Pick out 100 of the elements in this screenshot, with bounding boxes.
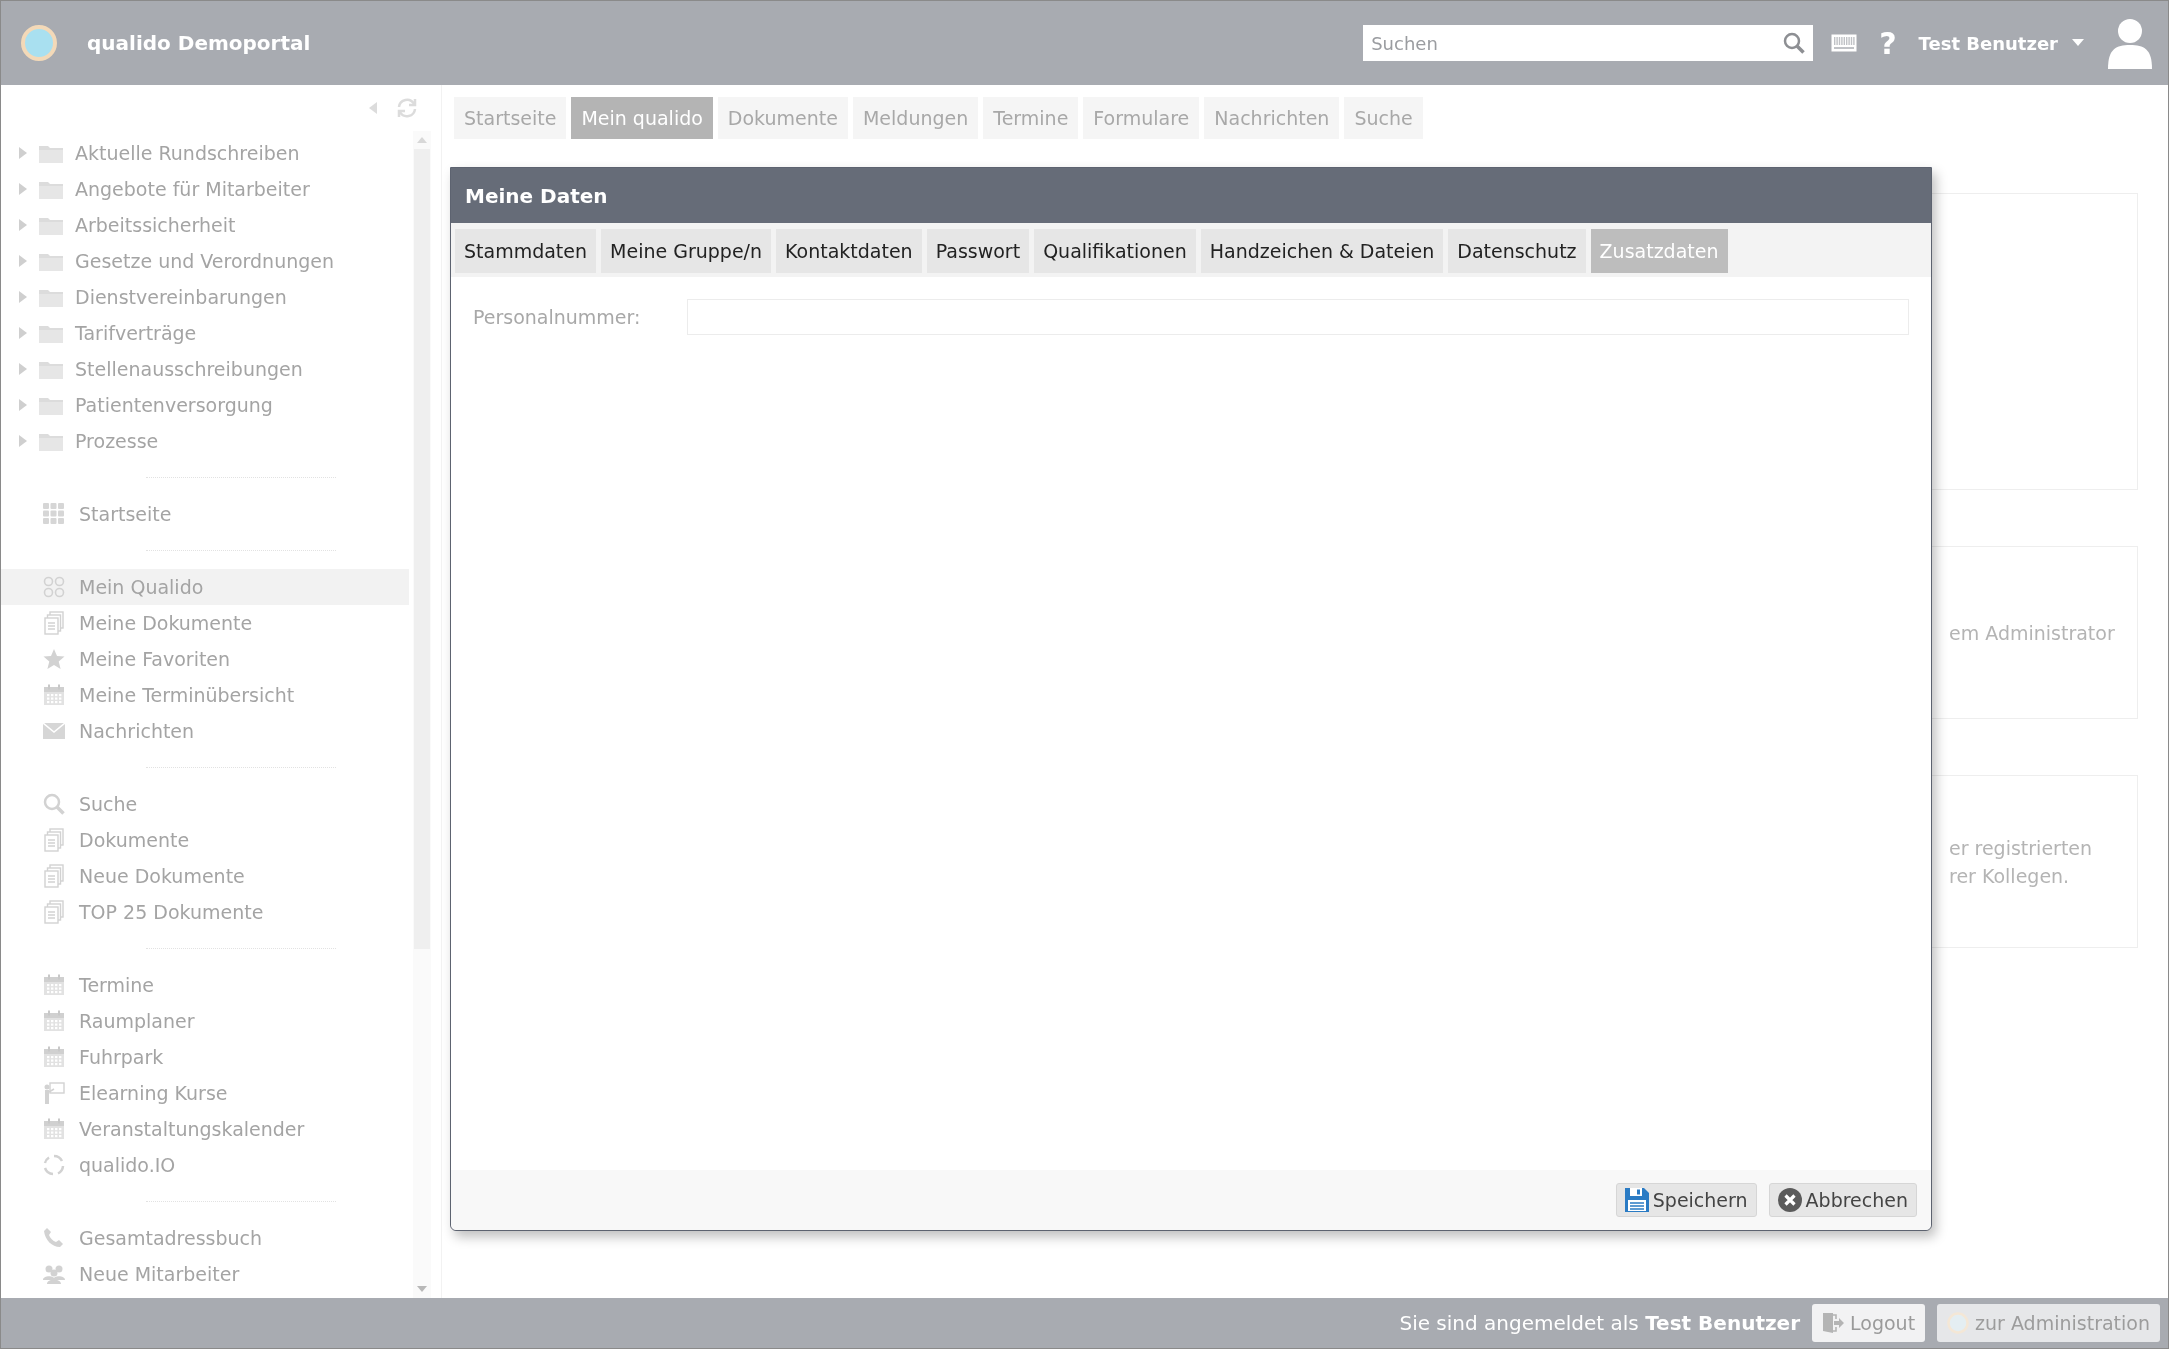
dialog-tab[interactable]: Kontaktdaten xyxy=(776,229,922,273)
item-label: Fuhrpark xyxy=(79,1046,164,1068)
folder-label: Dienstvereinbarungen xyxy=(75,286,287,308)
folder-icon xyxy=(39,431,63,451)
item-label: qualido.IO xyxy=(79,1154,176,1176)
star-icon xyxy=(43,648,65,670)
item-label: Elearning Kurse xyxy=(79,1082,228,1104)
administration-button[interactable]: zur Administration xyxy=(1937,1304,2160,1342)
item-label: Startseite xyxy=(79,503,172,525)
scroll-down-icon[interactable] xyxy=(417,1286,427,1292)
folder-icon xyxy=(39,215,63,235)
sidebar-item[interactable]: Neue Dokumente xyxy=(1,858,409,894)
nav-tab[interactable]: Mein qualido xyxy=(571,97,713,139)
nav-tab[interactable]: Formulare xyxy=(1083,97,1200,139)
nav-tab[interactable]: Termine xyxy=(983,97,1079,139)
nav-tab[interactable]: Startseite xyxy=(454,97,567,139)
dialog-title: Meine Daten xyxy=(465,183,608,208)
teacher-icon xyxy=(43,1082,65,1104)
folder-icon xyxy=(39,251,63,271)
expand-icon[interactable] xyxy=(19,435,27,447)
search-icon xyxy=(43,793,65,815)
folder-label: Stellenausschreibungen xyxy=(75,358,303,380)
caret-icon xyxy=(2072,39,2084,47)
folder-item[interactable]: Arbeitssicherheit xyxy=(1,207,413,243)
folder-item[interactable]: Angebote für Mitarbeiter xyxy=(1,171,413,207)
avatar-icon[interactable] xyxy=(2108,17,2152,69)
sidebar-item[interactable]: Neue Mitarbeiter xyxy=(1,1256,409,1292)
nav-tab[interactable]: Meldungen xyxy=(852,97,979,139)
expand-icon[interactable] xyxy=(19,399,27,411)
folder-item[interactable]: Dienstvereinbarungen xyxy=(1,279,413,315)
sidebar-item[interactable]: Gesamtadressbuch xyxy=(1,1220,409,1256)
user-menu[interactable]: Test Benutzer xyxy=(1918,32,2094,54)
search-icon[interactable] xyxy=(1783,32,1806,54)
folder-item[interactable]: Tarifverträge xyxy=(1,315,413,351)
dialog-tab[interactable]: Meine Gruppe/n xyxy=(601,229,772,273)
dialog-tab[interactable]: Passwort xyxy=(926,229,1030,273)
keyboard-icon[interactable] xyxy=(1831,34,1858,52)
dialog-tab[interactable]: Handzeichen & Dateien xyxy=(1200,229,1444,273)
nav-tab[interactable]: Suche xyxy=(1344,97,1423,139)
expand-icon[interactable] xyxy=(19,183,27,195)
sidebar-item[interactable]: Meine Favoriten xyxy=(1,641,409,677)
dialog-tab[interactable]: Datenschutz xyxy=(1448,229,1586,273)
refresh-icon[interactable] xyxy=(395,97,419,119)
sidebar-item[interactable]: Mein Qualido xyxy=(1,569,409,605)
logo-icon xyxy=(21,25,57,61)
folder-item[interactable]: Aktuelle Rundschreiben xyxy=(1,135,413,171)
folder-item[interactable]: Patientenversorgung xyxy=(1,387,413,423)
item-label: Neue Dokumente xyxy=(79,865,245,887)
folder-icon xyxy=(39,143,63,163)
dialog-tab[interactable]: Qualifikationen xyxy=(1034,229,1196,273)
dialog-tab[interactable]: Zusatzdaten xyxy=(1590,229,1728,273)
logout-button[interactable]: Logout xyxy=(1812,1304,1926,1342)
item-label: Termine xyxy=(79,974,155,996)
sidebar-item[interactable]: qualido.IO xyxy=(1,1147,409,1183)
sidebar-item[interactable]: Nachrichten xyxy=(1,713,409,749)
help-icon[interactable]: ? xyxy=(1871,25,1905,61)
card-text: em Administrator xyxy=(1949,620,2116,646)
sidebar-item[interactable]: Termine xyxy=(1,967,409,1003)
sidebar-item[interactable]: Suche xyxy=(1,786,409,822)
collapse-icon[interactable] xyxy=(369,102,377,114)
dialog-tab[interactable]: Stammdaten xyxy=(455,229,597,273)
nav-tab[interactable]: Nachrichten xyxy=(1204,97,1340,139)
scroll-up-icon[interactable] xyxy=(417,137,427,143)
expand-icon[interactable] xyxy=(19,363,27,375)
expand-icon[interactable] xyxy=(19,291,27,303)
login-status: Sie sind angemeldet als Test Benutzer xyxy=(1399,1311,1801,1335)
cancel-button[interactable]: Abbrechen xyxy=(1768,1183,1917,1217)
sidebar-item[interactable]: Dokumente xyxy=(1,822,409,858)
envelope-icon xyxy=(43,723,65,739)
item-label: Meine Favoriten xyxy=(79,648,231,670)
nav-tab[interactable]: Dokumente xyxy=(717,97,848,139)
folder-label: Arbeitssicherheit xyxy=(75,214,236,236)
folder-icon xyxy=(39,395,63,415)
sidebar-item[interactable]: Startseite xyxy=(1,496,409,532)
folder-label: Aktuelle Rundschreiben xyxy=(75,142,300,164)
folder-item[interactable]: Prozesse xyxy=(1,423,413,459)
expand-icon[interactable] xyxy=(19,255,27,267)
sidebar-item[interactable]: Fuhrpark xyxy=(1,1039,409,1075)
documents-icon xyxy=(44,900,64,924)
sidebar-item[interactable]: Meine Terminübersicht xyxy=(1,677,409,713)
search-field[interactable]: Suchen xyxy=(1363,25,1814,61)
item-label: Raumplaner xyxy=(79,1010,195,1032)
expand-icon[interactable] xyxy=(19,327,27,339)
calendar-icon xyxy=(43,974,65,996)
sidebar-item[interactable]: Elearning Kurse xyxy=(1,1075,409,1111)
documents-icon xyxy=(44,828,64,852)
documents-icon xyxy=(44,864,64,888)
calendar-icon xyxy=(43,1118,65,1140)
sidebar-item[interactable]: Meine Dokumente xyxy=(1,605,409,641)
close-icon xyxy=(1777,1188,1802,1212)
sidebar-item[interactable]: TOP 25 Dokumente xyxy=(1,894,409,930)
save-button[interactable]: Speichern xyxy=(1615,1183,1757,1217)
sidebar-item[interactable]: Raumplaner xyxy=(1,1003,409,1039)
folder-item[interactable]: Stellenausschreibungen xyxy=(1,351,413,387)
folder-icon xyxy=(39,287,63,307)
phone-icon xyxy=(43,1227,65,1249)
sidebar-item[interactable]: Veranstaltungskalender xyxy=(1,1111,409,1147)
expand-icon[interactable] xyxy=(19,219,27,231)
expand-icon[interactable] xyxy=(19,147,27,159)
folder-item[interactable]: Gesetze und Verordnungen xyxy=(1,243,413,279)
